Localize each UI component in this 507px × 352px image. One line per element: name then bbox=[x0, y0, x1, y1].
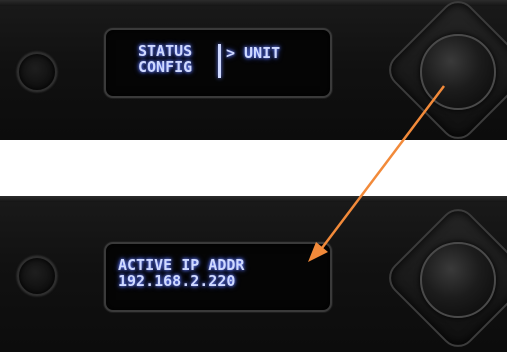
oled-display-bottom: ACTIVE IP ADDR 192.168.2.220 bbox=[104, 242, 332, 312]
panel-edge bbox=[0, 0, 507, 6]
device-panel-top: STATUS CONFIG > UNIT bbox=[0, 0, 507, 140]
indicator-light bbox=[17, 256, 57, 296]
display-line-2: 192.168.2.220 bbox=[118, 272, 236, 290]
menu-item-config: CONFIG bbox=[138, 58, 193, 76]
menu-divider bbox=[218, 44, 221, 78]
oled-display-top: STATUS CONFIG > UNIT bbox=[104, 28, 332, 98]
menu-item-status: STATUS bbox=[138, 42, 193, 60]
panel-edge bbox=[0, 196, 507, 202]
display-line-1: ACTIVE IP ADDR bbox=[118, 256, 245, 274]
control-knob[interactable] bbox=[420, 34, 496, 110]
menu-item-unit-selected: > UNIT bbox=[226, 44, 281, 62]
control-knob[interactable] bbox=[420, 242, 496, 318]
indicator-light bbox=[17, 52, 57, 92]
device-panel-bottom: ACTIVE IP ADDR 192.168.2.220 bbox=[0, 196, 507, 352]
